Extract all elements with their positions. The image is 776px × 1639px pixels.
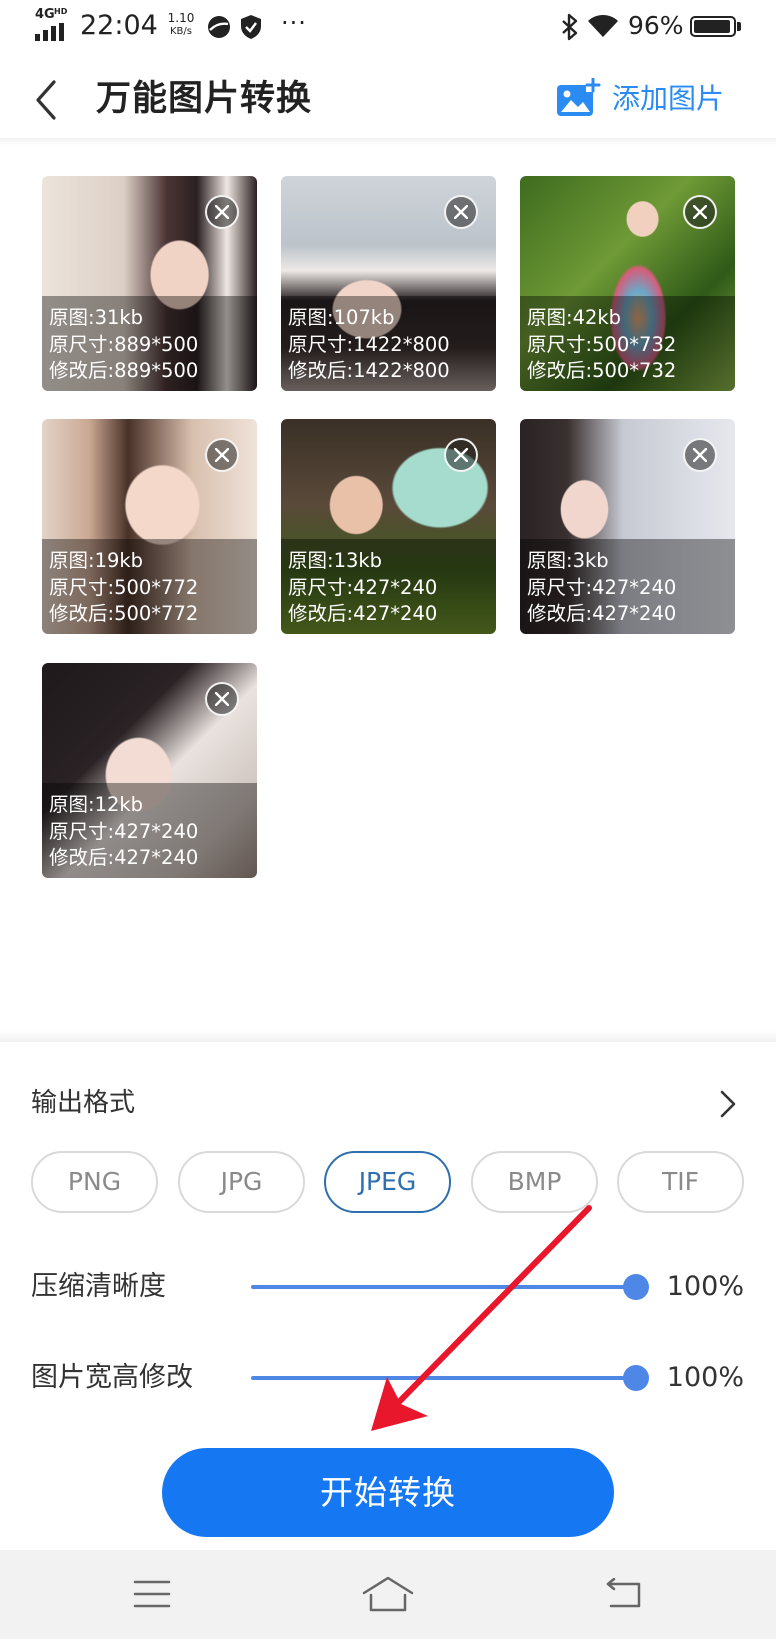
format-option-jpeg[interactable]: JPEG (324, 1151, 451, 1213)
network-badge: HD (54, 7, 68, 16)
bluetooth-icon (562, 13, 578, 41)
remove-image-button[interactable] (444, 195, 478, 229)
battery-level (694, 20, 731, 33)
original-dimensions: 原尺寸:427*240 (288, 575, 438, 599)
back-button[interactable] (30, 78, 64, 122)
image-info: 原图:12kb 原尺寸:427*240 修改后:427*240 (42, 783, 257, 878)
original-dimensions: 原尺寸:1422*800 (288, 332, 450, 356)
modified-dimensions: 修改后:889*500 (49, 359, 199, 382)
remove-image-button[interactable] (205, 682, 239, 716)
close-icon (215, 692, 229, 706)
format-option-jpg[interactable]: JPG (178, 1151, 305, 1213)
original-dimensions: 原尺寸:427*240 (49, 819, 199, 843)
add-image-label: 添加图片 (612, 82, 725, 115)
original-dimensions: 原尺寸:889*500 (49, 332, 199, 356)
network-type: 4G (35, 7, 55, 22)
back-nav-button[interactable] (594, 1570, 654, 1618)
speed-unit: KB/s (170, 26, 192, 37)
original-dimensions: 原尺寸:500*732 (527, 332, 677, 356)
home-button[interactable] (358, 1570, 418, 1618)
modified-dimensions: 修改后:427*240 (527, 602, 677, 625)
network-speed: 1.10 KB/s (164, 12, 198, 38)
remove-image-button[interactable] (205, 438, 239, 472)
resize-label: 图片宽高修改 (31, 1362, 193, 1393)
resize-value: 100% (666, 1362, 744, 1393)
format-option-png[interactable]: PNG (31, 1151, 158, 1213)
app-circle-icon (208, 16, 230, 38)
original-size: 原图:19kb (49, 549, 144, 572)
start-convert-button[interactable]: 开始转换 (162, 1448, 614, 1537)
original-size: 原图:13kb (288, 549, 383, 572)
speed-value: 1.10 (167, 11, 195, 25)
signal-icon (35, 23, 64, 41)
image-tile[interactable]: 原图:107kb 原尺寸:1422*800 修改后:1422*800 (281, 176, 496, 391)
remove-image-button[interactable] (444, 438, 478, 472)
add-image-button[interactable]: 添加图片 (554, 76, 734, 122)
close-icon (454, 205, 468, 219)
format-option-bmp[interactable]: BMP (471, 1151, 598, 1213)
compression-value: 100% (666, 1271, 744, 1302)
image-tile[interactable]: 原图:3kb 原尺寸:427*240 修改后:427*240 (520, 419, 735, 634)
battery-cap (737, 22, 741, 31)
original-size: 原图:3kb (527, 549, 609, 572)
battery-percent: 96% (628, 11, 684, 40)
image-info: 原图:107kb 原尺寸:1422*800 修改后:1422*800 (281, 296, 496, 391)
compression-label: 压缩清晰度 (31, 1271, 166, 1302)
original-dimensions: 原尺寸:427*240 (527, 575, 677, 599)
signal-indicator: 4G HD (35, 7, 75, 42)
modified-dimensions: 修改后:427*240 (288, 602, 438, 625)
remove-image-button[interactable] (205, 195, 239, 229)
original-size: 原图:31kb (49, 306, 144, 329)
image-info: 原图:13kb 原尺寸:427*240 修改后:427*240 (281, 539, 496, 634)
image-tile[interactable]: 原图:42kb 原尺寸:500*732 修改后:500*732 (520, 176, 735, 391)
output-format-label: 输出格式 (31, 1088, 136, 1118)
add-image-icon (557, 78, 601, 116)
image-tile[interactable]: 原图:31kb 原尺寸:889*500 修改后:889*500 (42, 176, 257, 391)
compression-slider-knob[interactable] (623, 1274, 649, 1300)
modified-dimensions: 修改后:500*732 (527, 359, 677, 382)
back-icon (606, 1578, 641, 1608)
close-icon (215, 205, 229, 219)
battery-icon (690, 16, 736, 37)
close-icon (454, 448, 468, 462)
more-notifications: ··· (281, 9, 307, 37)
page-title: 万能图片转换 (96, 79, 313, 119)
compression-slider-track[interactable] (251, 1285, 636, 1289)
resize-slider-track[interactable] (251, 1376, 636, 1380)
close-icon (215, 448, 229, 462)
image-info: 原图:3kb 原尺寸:427*240 修改后:427*240 (520, 539, 735, 634)
menu-button[interactable] (122, 1570, 182, 1618)
header-divider (0, 138, 776, 146)
system-nav-bar (0, 1550, 776, 1639)
shield-icon (241, 15, 261, 39)
wifi-icon (588, 15, 618, 37)
original-size: 原图:12kb (49, 793, 144, 816)
image-info: 原图:19kb 原尺寸:500*772 修改后:500*772 (42, 539, 257, 634)
modified-dimensions: 修改后:1422*800 (288, 359, 450, 382)
modified-dimensions: 修改后:500*772 (49, 602, 199, 625)
panel-divider (0, 1030, 776, 1042)
chevron-right-icon (720, 1090, 736, 1118)
output-format-row[interactable]: 输出格式 (0, 1080, 776, 1128)
original-dimensions: 原尺寸:500*772 (49, 575, 199, 599)
image-tile[interactable]: 原图:12kb 原尺寸:427*240 修改后:427*240 (42, 663, 257, 878)
format-option-tif[interactable]: TIF (617, 1151, 744, 1213)
clock: 22:04 (80, 10, 158, 41)
image-tile[interactable]: 原图:13kb 原尺寸:427*240 修改后:427*240 (281, 419, 496, 634)
resize-slider-knob[interactable] (623, 1365, 649, 1391)
remove-image-button[interactable] (683, 438, 717, 472)
image-tile[interactable]: 原图:19kb 原尺寸:500*772 修改后:500*772 (42, 419, 257, 634)
close-icon (693, 205, 707, 219)
remove-image-button[interactable] (683, 195, 717, 229)
modified-dimensions: 修改后:427*240 (49, 846, 199, 869)
close-icon (693, 448, 707, 462)
chevron-left-icon (36, 80, 56, 120)
original-size: 原图:107kb (288, 306, 395, 329)
image-info: 原图:31kb 原尺寸:889*500 修改后:889*500 (42, 296, 257, 391)
home-icon (362, 1576, 414, 1612)
image-info: 原图:42kb 原尺寸:500*732 修改后:500*732 (520, 296, 735, 391)
original-size: 原图:42kb (527, 306, 622, 329)
status-bar: 4G HD 22:04 1.10 KB/s ··· 96% (0, 0, 776, 56)
menu-icon (133, 1580, 171, 1608)
